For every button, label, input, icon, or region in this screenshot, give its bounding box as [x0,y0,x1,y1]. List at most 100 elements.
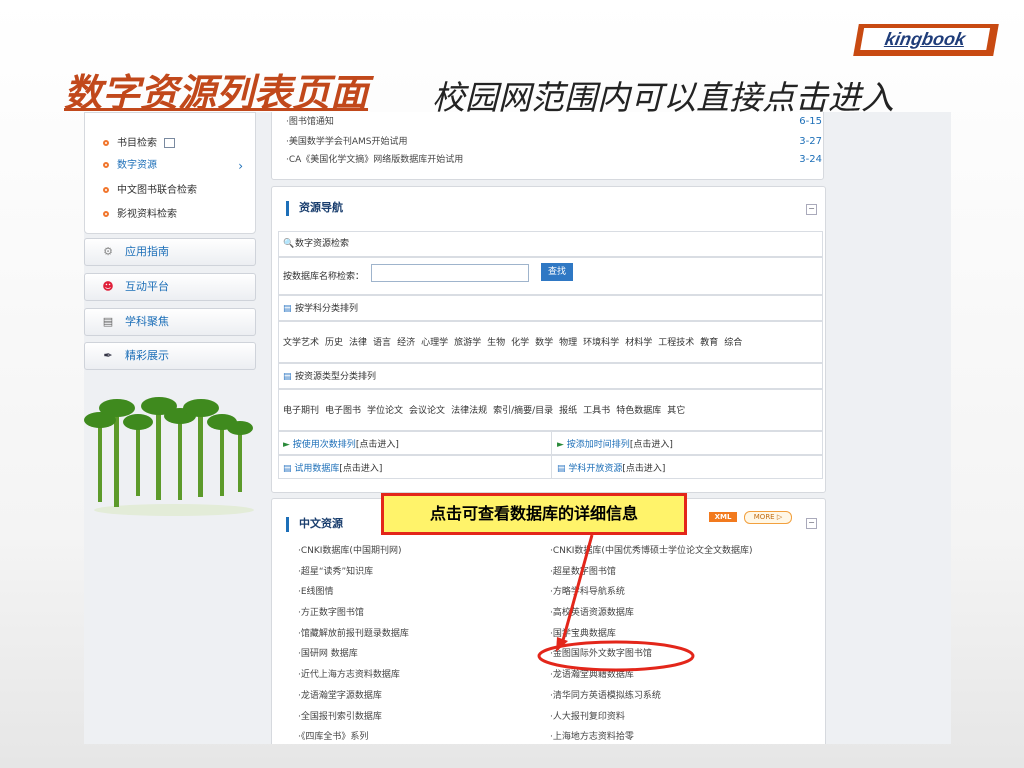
type-list: 电子期刊 电子图书 学位论文 会议论文 法律法规 索引/摘要/目录 报纸 工具书 特色数据库 其它 [283,390,691,432]
search-row: 按数据库名称检索： 查找 [278,257,823,295]
subject-link[interactable]: 环境科学 [583,338,619,348]
database-link[interactable]: ·CNKI数据库(中国优秀博硕士学位论文全文数据库) [550,541,752,562]
sidebar-item-label: 书目检索 [117,138,157,149]
list-icon: ▤ [102,315,114,328]
resource-type-link[interactable]: 其它 [667,406,685,416]
news-item[interactable]: ·CA《美国化学文摘》网络版数据库开始试用 3-24 [286,151,822,169]
resource-type-link[interactable]: 索引/摘要/目录 [493,406,553,416]
sidebar-item-union-search[interactable]: 中文图书联合检索 [103,180,245,202]
subject-link[interactable]: 语言 [373,338,391,348]
menu-showcase-button[interactable]: ✒ 精彩展示 [84,342,256,370]
database-link[interactable]: ·国学宝典数据库 [550,624,752,645]
link-suffix: [点击进入] [629,440,673,450]
collapse-icon[interactable]: − [806,204,817,215]
tree-illustration [84,397,254,516]
type-list-row: 电子期刊 电子图书 学位论文 会议论文 法律法规 索引/摘要/目录 报纸 工具书 特色数据库 其它 [278,389,823,431]
news-date: 3-27 [799,136,822,147]
database-link[interactable]: ·E线图情 [298,582,409,603]
database-link[interactable]: ·龙语瀚堂字源数据库 [298,686,409,707]
database-name-search-input[interactable] [371,264,529,282]
magnifier-icon: 🔍 [283,239,295,249]
xml-feed-button[interactable]: XML [709,512,737,522]
resource-type-link[interactable]: 法律法规 [451,406,487,416]
more-button[interactable]: MORE ▷ [744,511,792,524]
search-button[interactable]: 查找 [541,263,573,281]
database-link[interactable]: ·超星数字图书馆 [550,562,752,583]
link-open-resources[interactable]: ▤ 学科开放资源[点击进入] [557,461,665,474]
database-link[interactable]: ·龙语瀚堂典籍数据库 [550,665,752,686]
logo-text: kingbook [860,28,991,50]
more-label: MORE [753,513,775,521]
sidebar-item-video-search[interactable]: 影视资料检索 [103,204,245,226]
menu-subject-button[interactable]: ▤ 学科聚焦 [84,308,256,336]
subject-link[interactable]: 文学艺术 [283,338,319,348]
bullet-icon [103,140,109,146]
subject-link[interactable]: 数学 [535,338,553,348]
chevron-right-icon: › [238,159,243,173]
arrow-doc-icon: ► [557,440,564,450]
links-row-1: ► 按使用次数排列[点击进入] ► 按添加时间排列[点击进入] [278,431,823,455]
subject-link[interactable]: 材料学 [625,338,652,348]
subject-link[interactable]: 心理学 [421,338,448,348]
type-title-row: ▤ 按资源类型分类排列 [278,363,823,389]
database-link[interactable]: ·高校英语资源数据库 [550,603,752,624]
collapse-icon[interactable]: − [806,518,817,529]
sidebar-item-label: 中文图书联合检索 [117,185,197,196]
resource-type-link[interactable]: 会议论文 [409,406,445,416]
database-link[interactable]: ·国研网 数据库 [298,644,409,665]
database-link[interactable]: ·CNKI数据库(中国期刊网) [298,541,409,562]
database-link[interactable]: ·清华同方英语模拟练习系统 [550,686,752,707]
resource-type-link[interactable]: 电子图书 [325,406,361,416]
subject-link[interactable]: 法律 [349,338,367,348]
brush-icon: ✒ [103,349,113,362]
database-link[interactable]: ·方略学科导航系统 [550,582,752,603]
resource-type-link[interactable]: 学位论文 [367,406,403,416]
subject-link[interactable]: 历史 [325,338,343,348]
title-bar [286,200,289,216]
database-link[interactable]: ·金图国际外文数字图书馆 [550,644,752,665]
news-item[interactable]: ·美国数学学会刊AMS开始试用 3-27 [286,133,822,151]
menu-interaction-button[interactable]: ☻ 互动平台 [84,273,256,301]
menu-guide-button[interactable]: ⚙ 应用指南 [84,238,256,266]
resource-type-link[interactable]: 报纸 [559,406,577,416]
subject-link[interactable]: 旅游学 [454,338,481,348]
callout-box: 点击可查看数据库的详细信息 [381,493,687,535]
resource-nav-panel: 资源导航 − 🔍 数字资源检索 按数据库名称检索： 查找 ▤ 按学科分类排列 文学艺… [271,186,826,493]
resource-type-link[interactable]: 工具书 [583,406,610,416]
database-link[interactable]: ·全国报刊索引数据库 [298,707,409,728]
link-by-add-time[interactable]: ► 按添加时间排列[点击进入] [557,437,673,450]
subject-list-row: 文学艺术 历史 法律 语言 经济 心理学 旅游学 生物 化学 数学 物理 环境科学 材料学 工程技术 教育综… [278,321,823,363]
subject-link[interactable]: 生物 [487,338,505,348]
chinese-right-list: ·CNKI数据库(中国优秀博硕士学位论文全文数据库) ·超星数字图书馆 ·方略学科导… [550,541,752,744]
link-trial-databases[interactable]: ▤ 试用数据库[点击进入] [283,461,382,474]
subject-link[interactable]: 经济 [397,338,415,348]
database-link[interactable]: ·《四库全书》系列 [298,727,409,744]
subject-title: 按学科分类排列 [295,304,359,314]
link-by-usage[interactable]: ► 按使用次数排列[点击进入] [283,437,399,450]
subject-link[interactable]: 工程技术 [658,338,694,348]
sidebar-item-catalog[interactable]: 书目检索 [103,133,245,155]
book-icon [164,138,176,148]
database-link[interactable]: ·近代上海方志资料数据库 [298,665,409,686]
database-link[interactable]: ·方正数字图书馆 [298,603,409,624]
smile-icon: ☻ [102,280,114,293]
database-link[interactable]: ·超星“读秀”知识库 [298,562,409,583]
menu-label: 应用指南 [125,245,169,258]
menu-label: 互动平台 [125,280,169,293]
screenshot-frame: 书目检索 数字资源 › 中文图书联合检索 影视资料检索 ⚙ 应用指南 ☻ 互动平台 … [84,112,951,744]
sidebar-item-digital-resources[interactable]: 数字资源 › [103,155,245,177]
panel-title: 中文资源 [286,515,343,532]
database-link[interactable]: ·馆藏解放前报刊题录数据库 [298,624,409,645]
subject-link[interactable]: 教育 [700,338,718,348]
subject-link[interactable]: 物理 [559,338,577,348]
panel-title-text: 中文资源 [299,517,343,530]
resource-type-link[interactable]: 特色数据库 [616,406,661,416]
subject-list-icon: ▤ [283,304,292,314]
title-bar [286,516,289,532]
subject-link[interactable]: 综合 [724,338,742,348]
subject-link[interactable]: 化学 [511,338,529,348]
resource-type-link[interactable]: 电子期刊 [283,406,319,416]
database-link[interactable]: ·人大报刊复印资料 [550,707,752,728]
database-link[interactable]: ·上海地方志资料拾零 [550,727,752,744]
subject-list: 文学艺术 历史 法律 语言 经济 心理学 旅游学 生物 化学 数学 物理 环境科学 材料学 工程技术 教育综… [283,322,748,364]
